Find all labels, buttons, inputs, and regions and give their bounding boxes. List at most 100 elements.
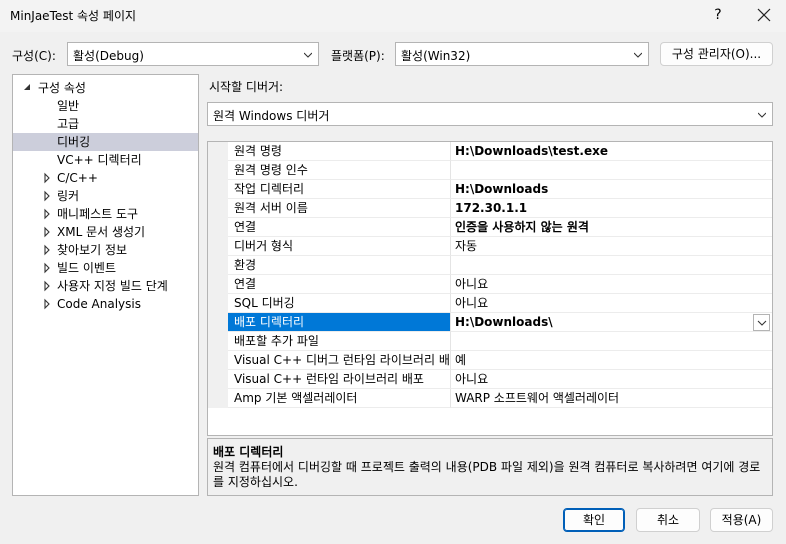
property-value[interactable]: WARP 소프트웨어 액셀러레이터 bbox=[451, 389, 772, 408]
collapsed-triangle-icon[interactable] bbox=[43, 259, 51, 277]
debugger-value: 원격 Windows 디버거 bbox=[213, 109, 330, 123]
row-gutter bbox=[208, 275, 228, 294]
property-value[interactable]: 아니요 bbox=[451, 275, 772, 294]
property-name[interactable]: 연결 bbox=[228, 275, 451, 294]
property-row[interactable]: Visual C++ 디버그 런타임 라이브러리 배예 bbox=[208, 351, 772, 370]
tree-item-label: 찾아보기 정보 bbox=[57, 243, 128, 257]
property-name[interactable]: Visual C++ 런타임 라이브러리 배포 bbox=[228, 370, 451, 389]
tree-item[interactable]: 빌드 이벤트 bbox=[13, 259, 198, 277]
tree-item[interactable]: VC++ 디렉터리 bbox=[13, 151, 198, 169]
property-value[interactable]: 아니요 bbox=[451, 370, 772, 389]
property-name[interactable]: SQL 디버깅 bbox=[228, 294, 451, 313]
property-row[interactable]: 배포할 추가 파일 bbox=[208, 332, 772, 351]
tree-item[interactable]: 찾아보기 정보 bbox=[13, 241, 198, 259]
tree-item[interactable]: C/C++ bbox=[13, 169, 198, 187]
row-gutter bbox=[208, 313, 228, 332]
property-value[interactable]: 172.30.1.1 bbox=[451, 199, 772, 218]
row-gutter bbox=[208, 294, 228, 313]
property-name[interactable]: 원격 명령 bbox=[228, 142, 451, 161]
tree-item-label: XML 문서 생성기 bbox=[57, 225, 146, 239]
property-value[interactable]: H:\Downloads\ bbox=[451, 313, 772, 332]
tree-item[interactable]: 링커 bbox=[13, 187, 198, 205]
property-name[interactable]: Amp 기본 액셀러레이터 bbox=[228, 389, 451, 408]
platform-label: 플랫폼(P): bbox=[331, 49, 385, 63]
property-row[interactable]: 배포 디렉터리 H:\Downloads\ bbox=[208, 313, 772, 332]
chevron-down-icon bbox=[304, 52, 312, 58]
property-value[interactable] bbox=[451, 332, 772, 351]
property-value[interactable] bbox=[451, 256, 772, 275]
close-icon bbox=[757, 8, 771, 22]
property-value[interactable]: 아니요 bbox=[451, 294, 772, 313]
property-value[interactable] bbox=[451, 161, 772, 180]
collapsed-triangle-icon[interactable] bbox=[43, 223, 51, 241]
collapsed-triangle-icon[interactable] bbox=[43, 277, 51, 295]
config-manager-button[interactable]: 구성 관리자(O)... bbox=[660, 42, 773, 66]
tree-item[interactable]: 매니페스트 도구 bbox=[13, 205, 198, 223]
close-button[interactable] bbox=[752, 3, 776, 27]
collapsed-triangle-icon[interactable] bbox=[43, 241, 51, 259]
title-bar: MinJaeTest 속성 페이지 ? bbox=[0, 0, 786, 32]
window-title: MinJaeTest 속성 페이지 bbox=[10, 9, 137, 23]
row-gutter bbox=[208, 161, 228, 180]
tree-item[interactable]: Code Analysis bbox=[13, 295, 198, 313]
cancel-button[interactable]: 취소 bbox=[636, 508, 700, 532]
property-name[interactable]: 원격 서버 이름 bbox=[228, 199, 451, 218]
property-row[interactable]: 원격 명령 인수 bbox=[208, 161, 772, 180]
tree-item[interactable]: 디버깅 bbox=[13, 133, 198, 151]
property-value[interactable]: H:\Downloads bbox=[451, 180, 772, 199]
property-row[interactable]: SQL 디버깅 아니요 bbox=[208, 294, 772, 313]
property-name[interactable]: 디버거 형식 bbox=[228, 237, 451, 256]
property-value[interactable]: 자동 bbox=[451, 237, 772, 256]
platform-select[interactable]: 활성(Win32) bbox=[395, 42, 649, 66]
property-name[interactable]: 작업 디렉터리 bbox=[228, 180, 451, 199]
tree-item-root[interactable]: 구성 속성 bbox=[13, 79, 198, 97]
row-gutter bbox=[208, 218, 228, 237]
property-row[interactable]: Amp 기본 액셀러레이터 WARP 소프트웨어 액셀러레이터 bbox=[208, 389, 772, 408]
tree-item-label: 구성 속성 bbox=[38, 81, 86, 95]
description-text: 원격 컴퓨터에서 디버깅할 때 프로젝트 출력의 내용(PDB 파일 제외)을 … bbox=[213, 460, 761, 489]
tree-item[interactable]: 사용자 지정 빌드 단계 bbox=[13, 277, 198, 295]
tree-item[interactable]: XML 문서 생성기 bbox=[13, 223, 198, 241]
property-name[interactable]: 연결 bbox=[228, 218, 451, 237]
property-name[interactable]: 원격 명령 인수 bbox=[228, 161, 451, 180]
property-row[interactable]: 연결 인증을 사용하지 않는 원격 bbox=[208, 218, 772, 237]
debugger-select[interactable]: 원격 Windows 디버거 bbox=[207, 102, 773, 126]
property-value[interactable]: 예 bbox=[451, 351, 772, 370]
apply-button[interactable]: 적용(A) bbox=[710, 508, 773, 532]
chevron-down-icon bbox=[758, 112, 766, 118]
property-row[interactable]: Visual C++ 런타임 라이브러리 배포 아니요 bbox=[208, 370, 772, 389]
property-row[interactable]: 디버거 형식 자동 bbox=[208, 237, 772, 256]
property-row[interactable]: 환경 bbox=[208, 256, 772, 275]
property-grid: 원격 명령 H:\Downloads\test.exe 원격 명령 인수 작업 디렉터… bbox=[207, 141, 773, 436]
property-name[interactable]: 배포할 추가 파일 bbox=[228, 332, 451, 351]
platform-value: 활성(Win32) bbox=[401, 49, 471, 63]
property-row[interactable]: 작업 디렉터리 H:\Downloads bbox=[208, 180, 772, 199]
tree-item[interactable]: 일반 bbox=[13, 97, 198, 115]
tree-item-label: 고급 bbox=[57, 117, 80, 131]
tree-item[interactable]: 고급 bbox=[13, 115, 198, 133]
property-name[interactable]: 배포 디렉터리 bbox=[228, 313, 451, 332]
property-row[interactable]: 원격 서버 이름 172.30.1.1 bbox=[208, 199, 772, 218]
collapsed-triangle-icon[interactable] bbox=[43, 295, 51, 313]
row-gutter bbox=[208, 332, 228, 351]
expanded-triangle-icon[interactable] bbox=[23, 79, 31, 97]
row-gutter bbox=[208, 199, 228, 218]
property-name[interactable]: Visual C++ 디버그 런타임 라이브러리 배 bbox=[228, 351, 451, 370]
property-value[interactable]: 인증을 사용하지 않는 원격 bbox=[451, 218, 772, 237]
config-label: 구성(C): bbox=[12, 49, 56, 63]
value-dropdown-button[interactable] bbox=[753, 314, 770, 331]
property-value[interactable]: H:\Downloads\test.exe bbox=[451, 142, 772, 161]
collapsed-triangle-icon[interactable] bbox=[43, 169, 51, 187]
property-row[interactable]: 연결 아니요 bbox=[208, 275, 772, 294]
description-title: 배포 디렉터리 bbox=[213, 445, 284, 459]
chevron-down-icon bbox=[634, 52, 642, 58]
config-select[interactable]: 활성(Debug) bbox=[67, 42, 319, 66]
tree-item-label: 디버깅 bbox=[57, 135, 91, 149]
help-button[interactable]: ? bbox=[708, 3, 728, 27]
collapsed-triangle-icon[interactable] bbox=[43, 205, 51, 223]
collapsed-triangle-icon[interactable] bbox=[43, 187, 51, 205]
ok-button[interactable]: 확인 bbox=[563, 508, 625, 532]
tree-item-label: C/C++ bbox=[57, 171, 98, 185]
property-name[interactable]: 환경 bbox=[228, 256, 451, 275]
property-row[interactable]: 원격 명령 H:\Downloads\test.exe bbox=[208, 142, 772, 161]
